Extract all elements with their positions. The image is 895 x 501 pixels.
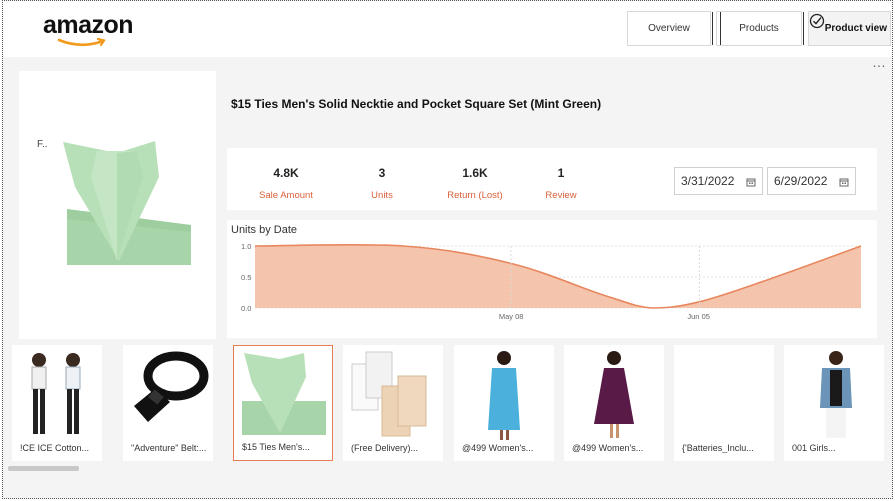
smile-arrow-icon [57,37,106,47]
nav-product-view-label: Product view [824,23,887,34]
y-tick-label: 1.0 [241,242,251,251]
thumbnail-caption: (Free Delivery)... [351,443,419,453]
thumbnail-caption: !CE ICE Cotton... [20,443,90,453]
nav-products-label: Products [739,23,779,34]
nav-separator [720,12,721,45]
kpi-label: Review [545,190,577,201]
thumbnail-caption: @499 Women's... [462,443,534,453]
product-thumbnail[interactable]: @499 Women's... [564,345,664,461]
necktie-thumbnail-image [242,353,326,435]
amazon-logo: amazon [43,11,143,51]
product-thumbnail-selected[interactable]: $15 Ties Men's... [233,345,333,461]
blue-dress-image [488,351,520,440]
header-bar: amazon Overview Products Product view [3,1,892,57]
thumbnail-caption: 001 Girls... [792,443,836,453]
horizontal-scrollbar[interactable] [8,466,79,471]
kids-clothing-image [31,353,81,434]
nav-products-button[interactable]: Products [712,11,802,46]
end-date-value: 6/29/2022 [774,174,828,188]
chart-title: Units by Date [231,224,298,236]
thumbnail-caption: "Adventure" Belt:... [131,443,207,453]
y-tick-label: 0.0 [241,304,251,313]
kpi-value: 1 [557,166,565,180]
kpi-label: Sale Amount [259,190,313,201]
units-by-date-chart[interactable]: 1.0 0.5 0.0 May 08 Jun 05 [227,236,877,326]
denim-jacket-image [820,351,852,438]
y-tick-label: 0.5 [241,273,251,282]
more-options-icon[interactable]: … [872,54,887,70]
product-image-label: F.. [37,139,48,150]
belt-image [134,351,209,422]
end-date-input[interactable]: 6/29/2022 [767,167,856,195]
product-thumbnail[interactable]: !CE ICE Cotton... [12,345,102,461]
product-thumbnail[interactable]: {'Batteries_Inclu... [674,345,774,461]
thumbnail-caption: $15 Ties Men's... [242,442,310,452]
start-date-value: 3/31/2022 [681,174,735,188]
start-date-input[interactable]: 3/31/2022 [674,167,763,195]
product-image-card: F.. [19,71,216,339]
product-title: $15 Ties Men's Solid Necktie and Pocket … [231,97,602,111]
units-area[interactable] [255,244,861,308]
necktie-image [63,141,191,265]
product-thumbnail[interactable]: (Free Delivery)... [343,345,443,461]
thumbnail-caption: {'Batteries_Inclu... [682,443,754,453]
calendar-icon[interactable] [746,177,756,187]
kpi-review: 1 Review [506,166,616,201]
kpi-value: 4.8K [273,166,299,180]
nav-overview-label: Overview [648,23,690,34]
x-tick-label: Jun 05 [687,312,710,321]
calendar-icon[interactable] [839,177,849,187]
nav-overview-button[interactable]: Overview [627,11,711,46]
nav-separator [712,12,713,45]
product-thumbnail[interactable]: "Adventure" Belt:... [123,345,213,461]
product-thumbnail[interactable]: 001 Girls... [784,345,884,461]
kpi-sale-amount: 4.8K Sale Amount [231,166,341,201]
x-tick-label: May 08 [499,312,524,321]
logo-text: amazon [43,11,134,39]
nav-separator [803,12,804,45]
thumbnail-caption: @499 Women's... [572,443,644,453]
bra-extender-image [351,351,427,437]
check-circle-icon [809,13,825,29]
product-thumbnail[interactable]: @499 Women's... [454,345,554,461]
nav-product-view-button[interactable]: Product view [803,11,891,46]
purple-dress-image [594,351,634,438]
